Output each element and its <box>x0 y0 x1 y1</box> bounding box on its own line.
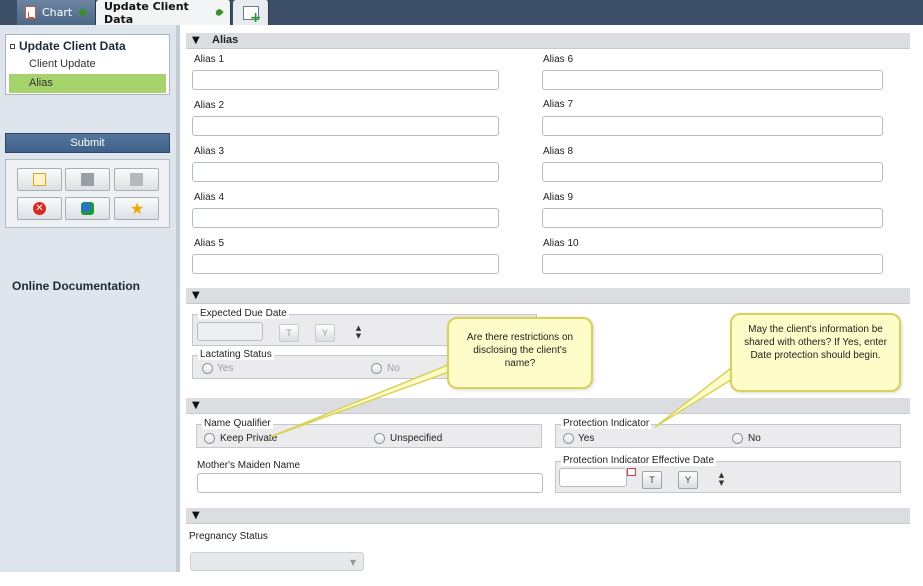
mothers-maiden-name-input[interactable] <box>197 473 543 493</box>
alias-1-input[interactable] <box>192 70 499 90</box>
protection-effective-date-group: Protection Indicator Effective Date T Y … <box>555 455 901 493</box>
navigation-tree: Update Client Data Client Update Alias <box>5 34 170 95</box>
cancel-button[interactable]: ✕ <box>17 197 62 220</box>
alias-6-input[interactable] <box>542 70 883 90</box>
nav-item-alias[interactable]: Alias <box>9 74 166 93</box>
expected-due-date-input[interactable] <box>197 322 263 341</box>
save-button[interactable] <box>65 168 110 191</box>
merge-people-icon <box>81 202 94 215</box>
alias-9-input[interactable] <box>542 208 883 228</box>
submit-button[interactable]: Submit <box>5 133 170 153</box>
expected-due-date-yesterday-button[interactable]: Y <box>315 324 335 342</box>
protection-yes-label: Yes <box>578 433 595 444</box>
keep-private-label: Keep Private <box>220 433 278 444</box>
pin-icon[interactable] <box>77 7 88 18</box>
new-document-button[interactable] <box>17 168 62 191</box>
alias-9-label: Alias 9 <box>543 192 574 203</box>
protection-date-today-button[interactable]: T <box>642 471 662 489</box>
collapse-triangle-icon[interactable]: ▼ <box>192 510 200 521</box>
save-icon <box>81 173 94 186</box>
lactating-yes-radio[interactable] <box>202 363 213 374</box>
collapse-triangle-icon[interactable]: ▼ <box>192 400 200 411</box>
favorite-button[interactable]: ★ <box>114 197 159 220</box>
alias-1-label: Alias 1 <box>194 54 225 65</box>
nav-item-client-update[interactable]: Client Update <box>9 55 166 74</box>
merge-people-button[interactable] <box>65 197 110 220</box>
toolbox: ✕ ★ <box>5 159 170 228</box>
pregnancy-section-header[interactable]: ▼ <box>186 508 910 524</box>
name-restriction-callout: Are there restrictions on disclosing the… <box>447 317 593 389</box>
pregnancy-status-select[interactable] <box>190 552 364 571</box>
alias-section-header[interactable]: ▼ Alias <box>186 33 910 49</box>
alias-section-title: Alias <box>212 34 239 46</box>
expected-due-date-label: Expected Due Date <box>198 308 289 319</box>
online-documentation-link[interactable]: Online Documentation <box>12 279 140 293</box>
pin-icon[interactable] <box>214 7 224 18</box>
lactating-no-label: No <box>387 363 400 374</box>
alias-5-input[interactable] <box>192 254 499 274</box>
favorite-star-icon: ★ <box>130 199 145 218</box>
collapse-triangle-icon[interactable]: ▼ <box>192 35 200 46</box>
alias-10-input[interactable] <box>542 254 883 274</box>
alias-8-input[interactable] <box>542 162 883 182</box>
new-document-icon <box>33 173 46 186</box>
unspecified-label: Unspecified <box>390 433 443 444</box>
mothers-maiden-name-label: Mother's Maiden Name <box>197 460 301 471</box>
alias-8-label: Alias 8 <box>543 146 574 157</box>
keep-private-radio[interactable] <box>204 433 215 444</box>
alias-2-input[interactable] <box>192 116 499 136</box>
alias-4-input[interactable] <box>192 208 499 228</box>
tab-chart[interactable]: Chart <box>17 0 96 25</box>
protection-indicator-group: Protection Indicator Yes No <box>555 418 901 448</box>
protection-yes-radio[interactable] <box>563 433 574 444</box>
chevron-down-icon: ▼ <box>350 558 357 567</box>
privacy-section-header[interactable]: ▼ <box>186 398 910 414</box>
tab-bar: Chart Update Client Data <box>0 0 923 26</box>
tab-chart-label: Chart <box>42 6 73 19</box>
lactating-no-radio[interactable] <box>371 363 382 374</box>
protection-effective-date-input[interactable] <box>559 468 627 487</box>
note-icon <box>130 173 143 186</box>
alias-6-label: Alias 6 <box>543 54 574 65</box>
protection-date-yesterday-button[interactable]: Y <box>678 471 698 489</box>
expected-due-date-today-button[interactable]: T <box>279 324 299 342</box>
alias-10-label: Alias 10 <box>543 238 579 249</box>
add-tab-icon <box>242 5 262 26</box>
protection-indicator-label: Protection Indicator <box>561 418 652 429</box>
note-button[interactable] <box>114 168 159 191</box>
alias-7-label: Alias 7 <box>543 99 574 110</box>
alias-5-label: Alias 5 <box>194 238 225 249</box>
alias-4-label: Alias 4 <box>194 192 225 203</box>
alias-3-input[interactable] <box>192 162 499 182</box>
alias-7-input[interactable] <box>542 116 883 136</box>
collapse-icon[interactable] <box>10 44 15 50</box>
add-tab-button[interactable] <box>233 0 269 26</box>
alias-2-label: Alias 2 <box>194 100 225 111</box>
unspecified-radio[interactable] <box>374 433 385 444</box>
chart-icon <box>25 6 36 19</box>
lactating-status-label: Lactating Status <box>198 349 274 360</box>
protection-date-spinner-icon[interactable]: ▲ ▼ <box>716 471 727 487</box>
main-form: ▼ Alias Alias 1 Alias 2 Alias 3 Alias 4 … <box>176 25 910 572</box>
name-qualifier-label: Name Qualifier <box>202 418 273 429</box>
shared-info-callout: May the client's information be shared w… <box>730 313 901 392</box>
calendar-icon[interactable] <box>627 468 636 476</box>
collapse-triangle-icon[interactable]: ▼ <box>192 290 200 301</box>
alias-3-label: Alias 3 <box>194 146 225 157</box>
lactating-yes-label: Yes <box>217 363 234 374</box>
left-panel: Update Client Data Client Update Alias S… <box>0 25 176 572</box>
pregnancy-status-label: Pregnancy Status <box>189 531 268 542</box>
tab-update-client-data[interactable]: Update Client Data <box>96 0 231 26</box>
name-qualifier-group: Name Qualifier Keep Private Unspecified <box>196 418 542 448</box>
protection-no-radio[interactable] <box>732 433 743 444</box>
expected-due-date-spinner-icon[interactable]: ▲ ▼ <box>353 324 364 340</box>
pregnancy-group-section-header[interactable]: ▼ <box>186 288 910 304</box>
protection-effective-date-label: Protection Indicator Effective Date <box>561 455 717 466</box>
protection-no-label: No <box>748 433 761 444</box>
cancel-icon: ✕ <box>33 202 46 215</box>
nav-title[interactable]: Update Client Data <box>10 39 126 53</box>
tab-update-label: Update Client Data <box>104 0 189 26</box>
